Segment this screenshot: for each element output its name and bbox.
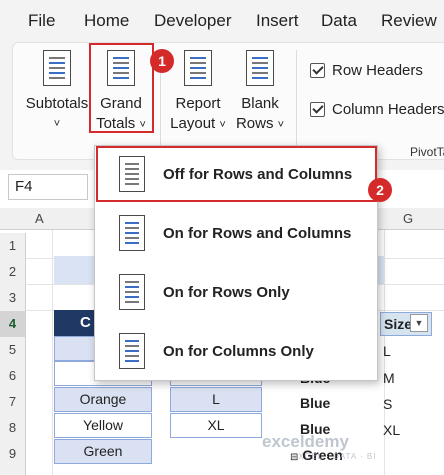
report-layout-icon: [184, 50, 212, 86]
grid-columns-icon: [119, 333, 145, 369]
column-header-a[interactable]: A: [35, 211, 44, 226]
menu-item-on-rows-columns[interactable]: On for Rows and Columns: [95, 205, 377, 263]
row-header[interactable]: 5: [0, 337, 26, 363]
step-badge-1: 1: [150, 49, 174, 73]
chevron-down-icon: ˅: [53, 118, 61, 130]
blank-rows-button[interactable]: Blank Rows ˅: [232, 50, 288, 160]
tab-home[interactable]: Home: [84, 11, 129, 31]
row-header[interactable]: 3: [0, 285, 26, 311]
tab-review[interactable]: Review: [381, 11, 437, 31]
row-header[interactable]: 8: [0, 415, 26, 441]
menu-item-label: On for Rows and Columns: [163, 225, 352, 242]
pivot-cell[interactable]: Blue: [300, 395, 330, 411]
tab-data[interactable]: Data: [321, 11, 357, 31]
row-header[interactable]: 9: [0, 441, 26, 467]
table-cell[interactable]: L: [170, 387, 262, 412]
watermark-tagline: EXCEL · DATA · BI: [292, 452, 377, 461]
gridline: [52, 230, 53, 475]
report-layout-label-2: Layout: [170, 115, 216, 132]
subtotals-label: Subtotals: [25, 95, 89, 112]
checkbox-checked-icon: [310, 63, 325, 78]
table-cell[interactable]: Orange: [54, 387, 152, 412]
grid-rows-icon: [119, 274, 145, 310]
size-cell[interactable]: M: [383, 370, 395, 386]
blank-rows-icon: [246, 50, 274, 86]
pivottable-group-label: PivotTable: [410, 145, 444, 159]
table-cell[interactable]: Yellow: [54, 413, 152, 438]
step-badge-2: 2: [368, 178, 392, 202]
filter-dropdown-icon[interactable]: ▼: [410, 314, 428, 332]
table-cell[interactable]: XL: [170, 413, 262, 438]
size-cell[interactable]: S: [383, 396, 392, 412]
size-cell[interactable]: XL: [383, 422, 400, 438]
blank-rows-label-2: Rows: [235, 115, 274, 132]
menu-item-on-columns-only[interactable]: On for Columns Only: [95, 323, 377, 381]
ribbon-separator: [296, 50, 297, 150]
subtotals-icon: [43, 50, 71, 86]
checkbox-checked-icon: [310, 102, 325, 117]
blank-rows-label-1: Blank: [241, 95, 279, 112]
grid-on-icon: [119, 215, 145, 251]
row-header[interactable]: 2: [0, 259, 26, 285]
report-layout-label-1: Report: [175, 95, 221, 112]
chevron-down-icon: ˅: [277, 119, 285, 131]
row-headers-label: Row Headers: [332, 62, 423, 79]
name-box[interactable]: F4: [8, 174, 88, 200]
report-layout-button[interactable]: Report Layout ˅: [166, 50, 230, 160]
tab-file[interactable]: File: [28, 11, 55, 31]
menu-item-on-rows-only[interactable]: On for Rows Only: [95, 264, 377, 322]
chevron-down-icon: ˅: [219, 119, 226, 131]
table-cell[interactable]: Green: [54, 439, 152, 464]
tab-developer[interactable]: Developer: [154, 11, 232, 31]
grand-totals-highlight: [89, 43, 154, 133]
row-header[interactable]: 7: [0, 389, 26, 415]
row-header[interactable]: 1: [0, 233, 26, 259]
menu-item-label: On for Rows Only: [163, 284, 290, 301]
column-headers-label: Column Headers: [332, 101, 444, 118]
option-highlight: [96, 146, 377, 202]
column-header-g[interactable]: G: [403, 211, 413, 226]
row-header[interactable]: 4: [0, 311, 26, 337]
tab-insert[interactable]: Insert: [256, 11, 299, 31]
menu-bar: File Home Developer Insert Data Review: [0, 0, 444, 40]
subtotals-button[interactable]: Subtotals ˅: [22, 50, 92, 160]
row-header[interactable]: 6: [0, 363, 26, 389]
menu-item-label: On for Columns Only: [163, 343, 314, 360]
watermark-logo: exceldemy: [262, 432, 349, 451]
row-header[interactable]: [0, 467, 26, 475]
size-cell[interactable]: L: [383, 343, 391, 359]
